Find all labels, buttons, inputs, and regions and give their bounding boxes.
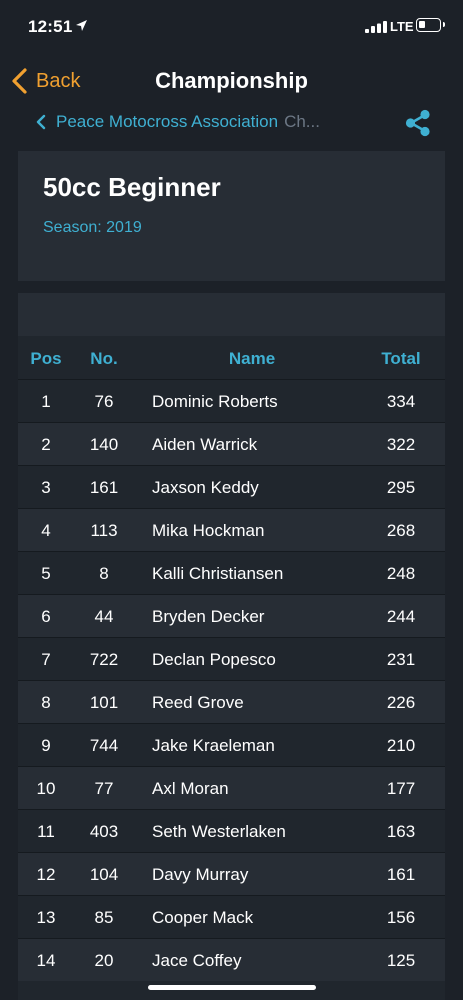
cell-pos: 8 <box>41 693 51 712</box>
cell-name: Reed Grove <box>152 693 244 712</box>
cell-total: 226 <box>386 693 416 712</box>
table-row[interactable]: 13 85 Cooper Mack 156 <box>18 895 445 938</box>
column-header-total: Total <box>381 349 421 368</box>
cell-no: 20 <box>94 951 114 970</box>
cell-no: 77 <box>94 779 114 798</box>
table-row[interactable]: 6 44 Bryden Decker 244 <box>18 594 445 637</box>
cell-total: 177 <box>386 779 416 798</box>
cell-name: Jaxson Keddy <box>152 478 259 497</box>
cell-no: 722 <box>89 650 119 669</box>
navigation-bar: Back Championship <box>0 56 463 106</box>
cell-name: Seth Westerlaken <box>152 822 286 841</box>
table-row[interactable]: 3 161 Jaxson Keddy 295 <box>18 465 445 508</box>
table-row[interactable]: 12 104 Davy Murray 161 <box>18 852 445 895</box>
cell-total: 210 <box>386 736 416 755</box>
table-row[interactable]: 8 101 Reed Grove 226 <box>18 680 445 723</box>
column-header-no: No. <box>90 349 118 368</box>
cell-name: Mika Hockman <box>152 521 265 540</box>
table-row[interactable]: 9 744 Jake Kraeleman 210 <box>18 723 445 766</box>
table-row[interactable]: 1 76 Dominic Roberts 334 <box>18 379 445 422</box>
cell-name: Jake Kraeleman <box>152 736 275 755</box>
table-row[interactable]: 2 140 Aiden Warrick 322 <box>18 422 445 465</box>
cell-total: 268 <box>386 521 416 540</box>
cell-name: Bryden Decker <box>152 607 265 626</box>
cell-total: 125 <box>386 951 416 970</box>
table-top-bar <box>18 293 445 336</box>
cell-name: Jace Coffey <box>152 951 242 970</box>
battery-icon <box>416 18 445 32</box>
cell-pos: 9 <box>41 736 51 755</box>
cell-total: 248 <box>386 564 416 583</box>
cell-pos: 11 <box>37 822 55 841</box>
network-type: LTE <box>390 19 414 34</box>
class-name: 50cc Beginner <box>43 172 221 202</box>
breadcrumb-current: Ch... <box>284 112 320 131</box>
cell-no: 403 <box>89 822 119 841</box>
cell-name: Davy Murray <box>152 865 249 884</box>
breadcrumb-org[interactable]: Peace Motocross Association <box>56 112 278 132</box>
table-row[interactable]: 4 113 Mika Hockman 268 <box>18 508 445 551</box>
column-header-name: Name <box>228 349 276 368</box>
location-arrow-icon <box>76 20 87 31</box>
cell-no: 44 <box>94 607 114 626</box>
signal-icon <box>365 21 387 33</box>
class-header-card: 50cc Beginner Season: 2019 <box>18 151 445 281</box>
cell-total: 334 <box>386 392 416 411</box>
table-row[interactable]: 11 403 Seth Westerlaken 163 <box>18 809 445 852</box>
cell-total: 295 <box>386 478 416 497</box>
cell-name: Dominic Roberts <box>152 392 278 411</box>
column-header-pos: Pos <box>30 349 62 368</box>
cell-no: 113 <box>90 521 118 540</box>
cell-no: 104 <box>89 865 119 884</box>
cell-pos: 2 <box>41 435 51 454</box>
breadcrumb[interactable]: Peace Motocross Association Ch... <box>35 110 320 134</box>
cell-pos: 1 <box>41 392 51 411</box>
cell-pos: 6 <box>41 607 51 626</box>
table-row[interactable]: 10 77 Axl Moran 177 <box>18 766 445 809</box>
cell-pos: 10 <box>36 779 56 798</box>
cell-pos: 13 <box>36 908 56 927</box>
share-icon[interactable] <box>403 108 433 138</box>
cell-name: Declan Popesco <box>152 650 276 669</box>
cell-no: 8 <box>99 564 109 583</box>
cell-total: 163 <box>386 822 416 841</box>
cell-total: 156 <box>386 908 416 927</box>
status-bar: 12:51 LTE <box>0 0 463 56</box>
cell-total: 161 <box>386 865 416 884</box>
cell-pos: 14 <box>36 951 56 970</box>
table-header: Pos No. Name Total <box>18 336 445 379</box>
table-row[interactable]: 5 8 Kalli Christiansen 248 <box>18 551 445 594</box>
cell-total: 244 <box>386 607 416 626</box>
status-time: 12:51 <box>28 17 73 36</box>
cell-pos: 12 <box>36 865 56 884</box>
cell-pos: 4 <box>41 521 51 540</box>
cell-name: Kalli Christiansen <box>152 564 284 583</box>
home-indicator[interactable] <box>148 985 316 990</box>
cell-no: 140 <box>89 435 119 454</box>
table-row[interactable]: 7 722 Declan Popesco 231 <box>18 637 445 680</box>
cell-no: 744 <box>89 736 119 755</box>
chevron-left-icon <box>36 114 46 130</box>
cell-pos: 5 <box>41 564 51 583</box>
cell-name: Aiden Warrick <box>152 435 258 454</box>
cell-name: Cooper Mack <box>152 908 254 927</box>
standings-table: Pos No. Name Total 1 76 Dominic Roberts 334… <box>18 293 445 1000</box>
cell-no: 76 <box>94 392 114 411</box>
table-row[interactable]: 14 20 Jace Coffey 125 <box>18 938 445 981</box>
cell-no: 161 <box>89 478 119 497</box>
cell-total: 231 <box>386 650 416 669</box>
cell-no: 85 <box>94 908 114 927</box>
cell-pos: 3 <box>41 478 51 497</box>
cell-no: 101 <box>89 693 119 712</box>
cell-name: Axl Moran <box>152 779 229 798</box>
season-label: Season: 2019 <box>43 219 142 236</box>
cell-pos: 7 <box>41 650 51 669</box>
page-title: Championship <box>155 68 308 93</box>
cell-total: 322 <box>386 435 416 454</box>
